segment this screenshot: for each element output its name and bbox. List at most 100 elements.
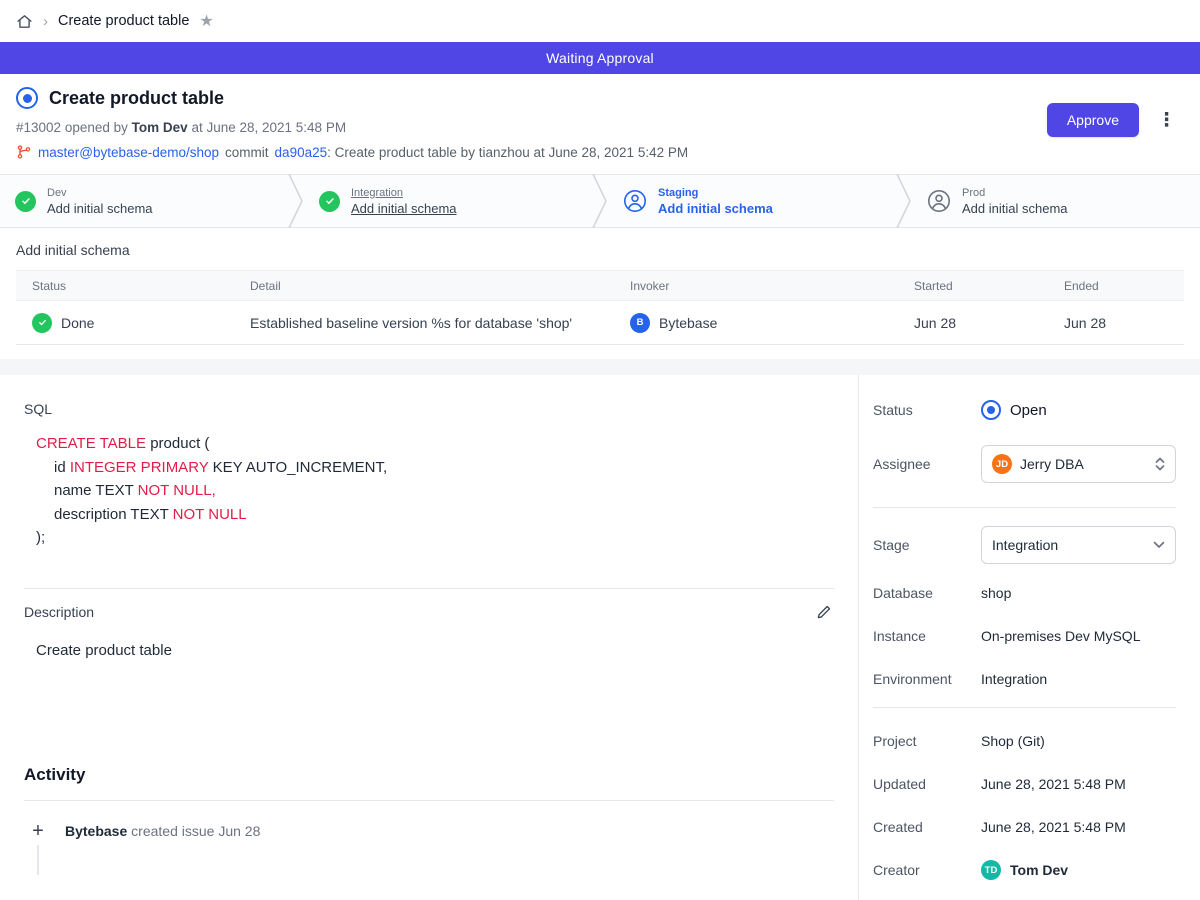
check-circle-icon xyxy=(319,191,340,212)
status-value: Open xyxy=(1010,402,1047,419)
breadcrumb: › Create product table ★ xyxy=(0,0,1200,42)
project-label: Project xyxy=(873,733,981,749)
stage-prod[interactable]: Prod Add initial schema xyxy=(912,175,1200,227)
task-started: Jun 28 xyxy=(898,301,1048,345)
git-commit-icon xyxy=(16,144,32,160)
description-content: Create product table xyxy=(36,642,834,659)
assignee-label: Assignee xyxy=(873,456,981,472)
chevron-right-icon: › xyxy=(43,14,48,29)
edit-pencil-icon[interactable] xyxy=(814,602,834,622)
sidebar-row-environment: Environment Integration xyxy=(873,664,1176,694)
task-ended: Jun 28 xyxy=(1048,301,1184,345)
chevron-down-icon xyxy=(1153,541,1165,549)
stage-value: Integration xyxy=(992,537,1145,553)
stage-separator-icon xyxy=(288,175,304,227)
sidebar-row-stage: Stage Integration xyxy=(873,526,1176,564)
instance-label: Instance xyxy=(873,628,981,644)
issue-meta: #13002 opened by Tom Dev at June 28, 202… xyxy=(16,120,1184,135)
task-detail: Established baseline version %s for data… xyxy=(234,301,614,345)
col-invoker: Invoker xyxy=(614,271,898,301)
divider xyxy=(24,800,834,801)
check-circle-icon xyxy=(32,313,52,333)
task-table: Status Detail Invoker Started Ended Done… xyxy=(16,270,1184,345)
task-section-heading: Add initial schema xyxy=(16,242,1184,258)
sql-statement: CREATE TABLE product ( id INTEGER PRIMAR… xyxy=(36,432,834,550)
issue-author: Tom Dev xyxy=(132,120,188,135)
stage-staging[interactable]: Staging Add initial schema xyxy=(608,175,896,227)
commit-hash-link[interactable]: da90a25 xyxy=(275,145,328,160)
col-detail: Detail xyxy=(234,271,614,301)
sidebar-row-updated: Updated June 28, 2021 5:48 PM xyxy=(873,769,1176,799)
sidebar-row-creator: Creator TD Tom Dev xyxy=(873,855,1176,885)
divider xyxy=(873,707,1176,708)
issue-title: Create product table xyxy=(49,88,224,109)
stage-select[interactable]: Integration xyxy=(981,526,1176,564)
updated-label: Updated xyxy=(873,776,981,792)
issue-sidebar: Status Open Assignee JD Jerry DBA xyxy=(858,375,1200,900)
favorite-star-icon[interactable]: ★ xyxy=(199,11,213,31)
project-value: Shop (Git) xyxy=(981,733,1045,749)
stage-separator-icon xyxy=(592,175,608,227)
task-table-header-row: Status Detail Invoker Started Ended xyxy=(16,271,1184,301)
sidebar-row-assignee: Assignee JD Jerry DBA xyxy=(873,445,1176,483)
activity-entry: + Bytebase created issue Jun 28 xyxy=(24,821,834,841)
issue-detail-panel: SQL CREATE TABLE product ( id INTEGER PR… xyxy=(0,375,858,900)
sidebar-row-status: Status Open xyxy=(873,395,1176,425)
created-value: June 28, 2021 5:48 PM xyxy=(981,819,1126,835)
pipeline-stage-bar: Dev Add initial schema Integration Add i… xyxy=(0,174,1200,228)
issue-open-icon xyxy=(16,87,38,109)
person-circle-icon xyxy=(623,189,647,213)
database-label: Database xyxy=(873,585,981,601)
activity-action: created issue Jun 28 xyxy=(131,823,260,839)
instance-value: On-premises Dev MySQL xyxy=(981,628,1140,644)
assignee-name: Jerry DBA xyxy=(1020,456,1147,472)
add-comment-plus-icon[interactable]: + xyxy=(32,821,44,841)
sidebar-row-created: Created June 28, 2021 5:48 PM xyxy=(873,812,1176,842)
person-circle-icon xyxy=(927,189,951,213)
breadcrumb-current-page: Create product table xyxy=(58,13,189,29)
commit-info: master@bytebase-demo/shop commit da90a25… xyxy=(16,144,1184,160)
updated-value: June 28, 2021 5:48 PM xyxy=(981,776,1126,792)
bytebase-issue-page: › Create product table ★ Waiting Approva… xyxy=(0,0,1200,900)
stage-label: Stage xyxy=(873,537,981,553)
open-status-icon xyxy=(981,400,1001,420)
approve-button[interactable]: Approve xyxy=(1047,103,1139,137)
stage-dev[interactable]: Dev Add initial schema xyxy=(0,175,288,227)
issue-number: #13002 xyxy=(16,120,61,135)
col-started: Started xyxy=(898,271,1048,301)
sidebar-row-database: Database shop xyxy=(873,578,1176,608)
up-down-chevrons-icon xyxy=(1155,456,1165,472)
task-section: Add initial schema Status Detail Invoker… xyxy=(0,228,1200,359)
creator-label: Creator xyxy=(873,862,981,878)
stage-integration[interactable]: Integration Add initial schema xyxy=(304,175,592,227)
divider xyxy=(873,507,1176,508)
col-status: Status xyxy=(16,271,234,301)
environment-value: Integration xyxy=(981,671,1047,687)
waiting-approval-banner: Waiting Approval xyxy=(0,42,1200,74)
sidebar-row-project: Project Shop (Git) xyxy=(873,726,1176,756)
sql-label: SQL xyxy=(24,401,834,417)
bytebase-avatar: B xyxy=(630,313,650,333)
section-divider-band xyxy=(0,359,1200,375)
col-ended: Ended xyxy=(1048,271,1184,301)
creator-name: Tom Dev xyxy=(1010,862,1068,878)
issue-header: Create product table #13002 opened by To… xyxy=(0,74,1200,174)
home-icon[interactable] xyxy=(16,13,33,30)
database-value: shop xyxy=(981,585,1011,601)
assignee-select[interactable]: JD Jerry DBA xyxy=(981,445,1176,483)
task-status: Done xyxy=(61,315,94,331)
task-invoker: Bytebase xyxy=(659,315,717,331)
repo-link[interactable]: master@bytebase-demo/shop xyxy=(38,145,219,160)
description-label: Description xyxy=(24,604,94,620)
task-row[interactable]: Done Established baseline version %s for… xyxy=(16,301,1184,345)
kebab-menu-icon[interactable]: ⋮ xyxy=(1153,109,1180,132)
created-label: Created xyxy=(873,819,981,835)
creator-avatar: TD xyxy=(981,860,1001,880)
environment-label: Environment xyxy=(873,671,981,687)
activity-actor: Bytebase xyxy=(65,823,127,839)
activity-heading: Activity xyxy=(24,765,834,785)
sidebar-row-instance: Instance On-premises Dev MySQL xyxy=(873,621,1176,651)
divider xyxy=(24,588,834,589)
issue-opened-date: June 28, 2021 5:48 PM xyxy=(206,120,346,135)
assignee-avatar: JD xyxy=(992,454,1012,474)
